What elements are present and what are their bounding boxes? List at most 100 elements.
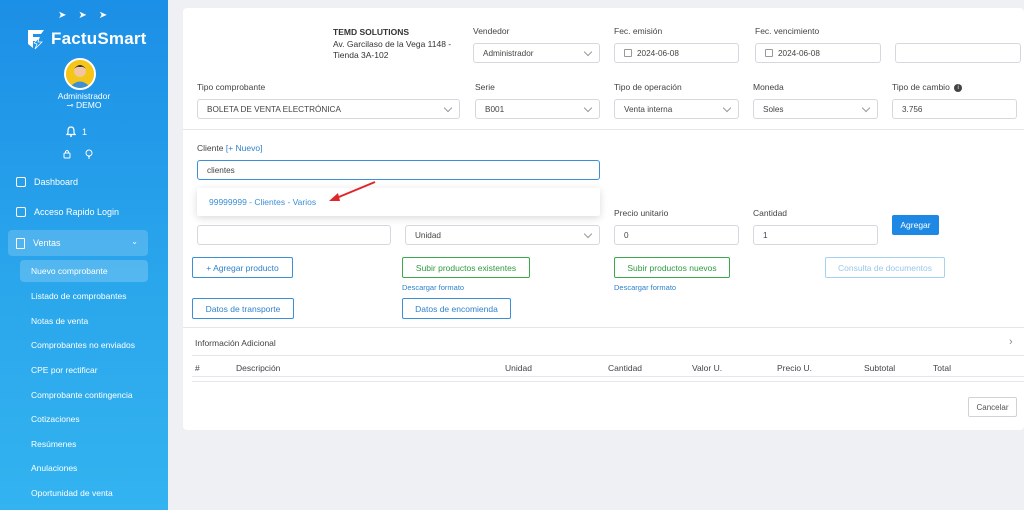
serie-select[interactable]: B001 [475, 99, 600, 119]
sidebar-subitem-no-enviados[interactable]: Comprobantes no enviados [0, 333, 168, 358]
company-name: TEMD SOLUTIONS [333, 27, 410, 37]
sidebar-subitem-notas-venta[interactable]: Notas de venta [0, 309, 168, 334]
moneda-select[interactable]: Soles [753, 99, 878, 119]
unidad-select[interactable]: Unidad [405, 225, 600, 245]
divider [192, 381, 1024, 382]
consulta-documentos-button[interactable]: Consulta de documentos [825, 257, 945, 278]
company-address-2: Tienda 3A-102 [333, 50, 389, 60]
sidebar-subitem-oportunidad[interactable]: Oportunidad de venta [0, 481, 168, 506]
tipo-operacion-select[interactable]: Venta interna [614, 99, 739, 119]
tipo-cambio-label: Tipo de cambio i [892, 82, 963, 92]
descargar-formato-link-2[interactable]: Descargar formato [614, 283, 676, 292]
notifications[interactable]: 1 [66, 126, 87, 137]
moneda-label: Moneda [753, 82, 784, 92]
table-header-total: Total [933, 363, 951, 373]
vendedor-label: Vendedor [473, 26, 510, 36]
lock-icon[interactable] [63, 149, 71, 159]
sidebar: ➤ ➤ ➤ FactuSmart Administrador ⊸ DEMO 1 [0, 0, 168, 510]
user-role: ⊸ DEMO [66, 100, 102, 110]
table-header-valor-u: Valor U. [692, 363, 723, 373]
company-address-1: Av. Garcilaso de la Vega 1148 - [333, 38, 452, 49]
cliente-search-input[interactable]: clientes [197, 160, 600, 180]
cliente-option[interactable]: 99999999 - Clientes - Varios [209, 197, 316, 207]
bell-icon [66, 126, 76, 137]
user-avatar-icon [66, 60, 94, 88]
sidebar-subitem-listado[interactable]: Listado de comprobantes [0, 284, 168, 309]
sidebar-item-dashboard[interactable]: Dashboard [0, 172, 168, 192]
sidebar-group-ventas[interactable]: Ventas ⌄ [8, 230, 148, 256]
invoice-form-panel: TEMD SOLUTIONS Av. Garcilaso de la Vega … [183, 8, 1024, 430]
fec-vencimiento-field[interactable]: 2024-06-08 [755, 43, 881, 63]
fec-vencimiento-label: Fec. vencimiento [755, 26, 820, 36]
tipo-comprobante-label: Tipo comprobante [197, 82, 266, 92]
bird-icon: ➤ [78, 10, 87, 21]
descargar-formato-link-1[interactable]: Descargar formato [402, 283, 464, 292]
bird-icon: ➤ [98, 10, 108, 21]
key-icon: ⊸ [66, 100, 74, 110]
chevron-down-icon [861, 103, 871, 113]
datos-transporte-button[interactable]: Datos de transporte [192, 298, 294, 319]
cliente-autocomplete-dropdown: 99999999 - Clientes - Varios [197, 188, 600, 216]
bird-icon: ➤ [58, 10, 67, 21]
datos-encomienda-button[interactable]: Datos de encomienda [402, 298, 511, 319]
producto-input[interactable] [197, 225, 391, 245]
tipo-cambio-input[interactable]: 3.756 [892, 99, 1017, 119]
sidebar-nav: Dashboard Acceso Rapido Login Ventas ⌄ N… [0, 172, 168, 505]
table-header-num: # [195, 363, 200, 373]
sidebar-item-acceso-rapido[interactable]: Acceso Rapido Login [0, 202, 168, 222]
external-link-icon [16, 207, 26, 217]
table-header-cantidad: Cantidad [608, 363, 643, 373]
brand-logo[interactable]: FactuSmart [26, 28, 147, 50]
sidebar-subitem-cotizaciones[interactable]: Cotizaciones [0, 407, 168, 432]
calendar-icon [624, 49, 632, 57]
document-icon [16, 237, 25, 249]
fec-emision-label: Fec. emisión [614, 26, 663, 36]
sidebar-subitem-nuevo-comprobante[interactable]: Nuevo comprobante [20, 260, 148, 282]
lightbulb-icon[interactable] [85, 149, 93, 159]
factusmart-logo-icon [28, 30, 44, 50]
sidebar-subitem-resumenes[interactable]: Resúmenes [0, 432, 168, 457]
fec-emision-field[interactable]: 2024-06-08 [614, 43, 739, 63]
store-icon [16, 177, 26, 187]
chevron-down-icon [443, 103, 453, 113]
precio-unitario-label: Precio unitario [614, 208, 669, 218]
subir-nuevos-button[interactable]: Subir productos nuevos [614, 257, 730, 278]
divider [183, 327, 1024, 328]
vendedor-select[interactable]: Administrador [473, 43, 600, 63]
tipo-comprobante-select[interactable]: BOLETA DE VENTA ELECTRÓNICA [197, 99, 460, 119]
cancelar-button[interactable]: Cancelar [968, 397, 1017, 417]
avatar[interactable] [64, 58, 96, 90]
sidebar-subitem-contingencia[interactable]: Comprobante contingencia [0, 382, 168, 407]
chevron-down-icon [583, 47, 593, 57]
chevron-down-icon [583, 103, 593, 113]
table-header-precio-u: Precio U. [777, 363, 812, 373]
annotation-arrow-icon [329, 181, 376, 201]
company-info: TEMD SOLUTIONS Av. Garcilaso de la Vega … [333, 27, 451, 62]
informacion-adicional-toggle[interactable]: Información Adicional [195, 338, 276, 348]
divider [183, 129, 1024, 130]
sidebar-subitem-cpe-rectificar[interactable]: CPE por rectificar [0, 358, 168, 383]
agregar-button[interactable]: Agregar [892, 215, 939, 235]
table-header-subtotal: Subtotal [864, 363, 896, 373]
cliente-label: Cliente [+ Nuevo] [197, 143, 263, 153]
subir-existentes-button[interactable]: Subir productos existentes [402, 257, 530, 278]
brand-name: FactuSmart [51, 29, 147, 48]
nuevo-cliente-link[interactable]: [+ Nuevo] [226, 143, 263, 153]
divider [192, 376, 1024, 377]
extra-field[interactable] [895, 43, 1021, 63]
precio-unitario-input[interactable]: 0 [614, 225, 739, 245]
calendar-icon [765, 49, 773, 57]
table-header-descripcion: Descripción [236, 363, 281, 373]
chevron-down-icon [722, 103, 732, 113]
agregar-producto-button[interactable]: + Agregar producto [192, 257, 293, 278]
divider [192, 355, 1024, 356]
cantidad-label: Cantidad [753, 208, 788, 218]
chevron-right-icon[interactable]: › [1009, 336, 1013, 348]
chevron-down-icon [583, 229, 593, 239]
quick-icons [63, 149, 93, 159]
decor-icons: ➤ ➤ ➤ [58, 10, 107, 21]
info-icon[interactable]: i [954, 83, 963, 92]
cantidad-input[interactable]: 1 [753, 225, 878, 245]
notification-count: 1 [82, 126, 88, 137]
sidebar-subitem-anulaciones[interactable]: Anulaciones [0, 456, 168, 481]
